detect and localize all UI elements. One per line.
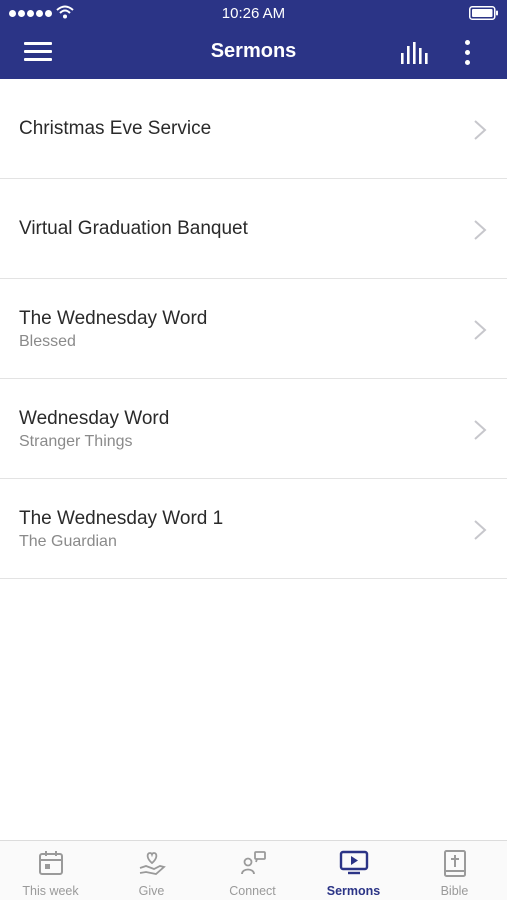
list-item[interactable]: Virtual Graduation Banquet: [0, 179, 507, 279]
more-options-icon[interactable]: [462, 38, 474, 68]
tab-label: Bible: [440, 884, 469, 898]
sermon-title: The Wednesday Word 1: [19, 508, 224, 529]
bible-icon: [443, 850, 466, 877]
chevron-right-icon: [474, 120, 487, 140]
sermon-title: Christmas Eve Service: [19, 118, 212, 139]
calendar-icon: [38, 851, 63, 875]
navigation-bar: Sermons: [0, 26, 507, 79]
tab-label: Sermons: [326, 884, 381, 898]
tab-label: Give: [138, 884, 165, 898]
sermon-title: The Wednesday Word: [19, 308, 208, 329]
status-time: 10:26 AM: [221, 5, 286, 22]
sermon-subtitle: The Guardian: [19, 533, 117, 550]
hand-heart-icon: [139, 852, 166, 875]
tab-label: This week: [22, 884, 79, 898]
tab-connect[interactable]: Connect: [202, 841, 303, 901]
sermon-subtitle: Stranger Things: [19, 433, 133, 450]
tab-bar: This week Give Connect Sermons Bible: [0, 840, 507, 900]
sermon-title: Wednesday Word: [19, 408, 170, 429]
list-item[interactable]: The Wednesday Word 1 The Guardian: [0, 479, 507, 579]
chevron-right-icon: [474, 220, 487, 240]
sermon-list: Christmas Eve Service Virtual Graduation…: [0, 79, 507, 579]
video-play-icon: [339, 850, 368, 875]
list-item[interactable]: The Wednesday Word Blessed: [0, 279, 507, 379]
sermon-title: Virtual Graduation Banquet: [19, 218, 248, 239]
status-bar: 10:26 AM: [0, 0, 507, 26]
list-item[interactable]: Wednesday Word Stranger Things: [0, 379, 507, 479]
tab-this-week[interactable]: This week: [0, 841, 101, 901]
connect-icon: [240, 851, 266, 875]
menu-icon[interactable]: [24, 42, 54, 62]
battery-icon: [469, 6, 498, 20]
tab-sermons[interactable]: Sermons: [303, 841, 404, 901]
chevron-right-icon: [474, 520, 487, 540]
chevron-right-icon: [474, 420, 487, 440]
chevron-right-icon: [474, 320, 487, 340]
audio-bars-icon[interactable]: [399, 40, 431, 66]
top-bar: 10:26 AM Sermons: [0, 0, 507, 79]
sermon-subtitle: Blessed: [19, 333, 76, 350]
tab-bible[interactable]: Bible: [404, 841, 505, 901]
list-item[interactable]: Christmas Eve Service: [0, 79, 507, 179]
tab-give[interactable]: Give: [101, 841, 202, 901]
tab-label: Connect: [229, 884, 276, 898]
